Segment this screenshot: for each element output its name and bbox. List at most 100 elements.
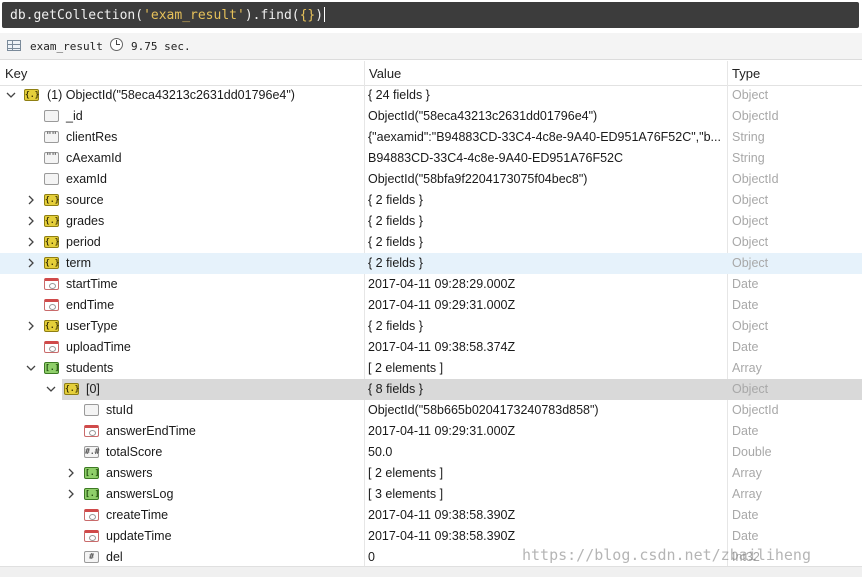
watermark: https://blog.csdn.net/zbailiheng xyxy=(522,546,811,564)
query-time: 9.75 sec. xyxy=(131,40,191,53)
collapsed-arrow-icon[interactable] xyxy=(66,489,76,499)
row-key: totalScore xyxy=(106,445,163,459)
query-editor[interactable]: db.getCollection('exam_result').find({}) xyxy=(2,2,859,28)
tree-row[interactable]: "" clientRes {"aexamid":"B94883CD-33C4-4… xyxy=(0,127,862,148)
expanded-arrow-icon[interactable] xyxy=(6,90,16,100)
tree-row[interactable]: _id ObjectId("58eca43213c2631dd01796e4")… xyxy=(0,106,862,127)
row-value: 2017-04-11 09:29:31.000Z xyxy=(368,424,516,438)
row-type: Object xyxy=(732,214,769,228)
collapsed-arrow-icon[interactable] xyxy=(26,258,36,268)
tree-row[interactable]: [.] answersLog [ 3 elements ] Array xyxy=(0,484,862,505)
query-filter-arg: {} xyxy=(299,8,316,23)
row-type: Object xyxy=(732,256,769,270)
row-value: { 2 fields } xyxy=(368,235,423,249)
tree-row[interactable]: startTime 2017-04-11 09:28:29.000Z Date xyxy=(0,274,862,295)
row-type: ObjectId xyxy=(732,172,779,186)
query-text[interactable]: db.getCollection('exam_result').find({}) xyxy=(10,7,326,23)
row-type: Object xyxy=(732,319,769,333)
row-value: { 2 fields } xyxy=(368,193,423,207)
collapsed-arrow-icon[interactable] xyxy=(26,237,36,247)
collection-name: exam_result xyxy=(30,40,103,53)
array-icon: [.] xyxy=(84,488,100,500)
objectid-icon xyxy=(44,173,59,185)
row-key: source xyxy=(66,193,104,207)
row-key: userType xyxy=(66,319,118,333)
tree-row[interactable]: #.# totalScore 50.0 Double xyxy=(0,442,862,463)
row-value: 2017-04-11 09:28:29.000Z xyxy=(368,277,516,291)
row-key: students xyxy=(66,361,114,375)
date-icon xyxy=(44,278,59,290)
column-key-header[interactable]: Key xyxy=(5,66,27,81)
date-icon xyxy=(84,530,99,542)
tree-row[interactable]: {.} source { 2 fields } Object xyxy=(0,190,862,211)
row-type: Object xyxy=(732,88,769,102)
row-value: ObjectId("58eca43213c2631dd01796e4") xyxy=(368,109,598,123)
row-type: Date xyxy=(732,277,759,291)
collapsed-arrow-icon[interactable] xyxy=(26,216,36,226)
row-value: { 2 fields } xyxy=(368,256,423,270)
tree-row[interactable]: "" cAexamId B94883CD-33C4-4c8e-9A40-ED95… xyxy=(0,148,862,169)
row-key: examId xyxy=(66,172,107,186)
object-icon: {.} xyxy=(44,215,60,227)
date-icon xyxy=(84,509,99,521)
tree-row[interactable]: uploadTime 2017-04-11 09:38:58.374Z Date xyxy=(0,337,862,358)
row-key: createTime xyxy=(106,508,169,522)
row-type: Object xyxy=(732,235,769,249)
clock-icon xyxy=(110,38,123,51)
row-type: Array xyxy=(732,487,762,501)
query-middle: ).find( xyxy=(244,8,300,23)
row-key: stuId xyxy=(106,403,134,417)
tree-row[interactable]: examId ObjectId("58bfa9f2204173075f04bec… xyxy=(0,169,862,190)
collapsed-arrow-icon[interactable] xyxy=(26,321,36,331)
tree-row[interactable]: {.} (1) ObjectId("58eca43213c2631dd01796… xyxy=(0,85,862,106)
row-value: [ 3 elements ] xyxy=(368,487,444,501)
row-key: _id xyxy=(66,109,83,123)
row-key: updateTime xyxy=(106,529,172,543)
row-key: answers xyxy=(106,466,153,480)
tree-row[interactable]: [.] answers [ 2 elements ] Array xyxy=(0,463,862,484)
collapsed-arrow-icon[interactable] xyxy=(66,468,76,478)
tree-row[interactable]: [.] students [ 2 elements ] Array xyxy=(0,358,862,379)
row-key: cAexamId xyxy=(66,151,122,165)
tree-row[interactable]: {.} period { 2 fields } Object xyxy=(0,232,862,253)
date-icon xyxy=(44,299,59,311)
tree-row[interactable]: createTime 2017-04-11 09:38:58.390Z Date xyxy=(0,505,862,526)
expanded-arrow-icon[interactable] xyxy=(46,384,56,394)
tree-row[interactable]: {.} userType { 2 fields } Object xyxy=(0,316,862,337)
row-key: del xyxy=(106,550,123,564)
row-key: period xyxy=(66,235,101,249)
horizontal-scrollbar[interactable] xyxy=(0,566,862,577)
row-value: ObjectId("58bfa9f2204173075f04bec8") xyxy=(368,172,588,186)
tree-row[interactable]: updateTime 2017-04-11 09:38:58.390Z Date xyxy=(0,526,862,547)
column-type-header[interactable]: Type xyxy=(732,66,760,81)
row-value: { 2 fields } xyxy=(368,319,423,333)
row-value: { 24 fields } xyxy=(368,88,430,102)
date-icon xyxy=(44,341,59,353)
objectid-icon xyxy=(84,404,99,416)
tree-row-highlighted[interactable]: {.} term { 2 fields } Object xyxy=(0,253,862,274)
row-value: B94883CD-33C4-4c8e-9A40-ED951A76F52C xyxy=(368,151,624,165)
string-icon: "" xyxy=(44,131,59,143)
row-type: Array xyxy=(732,361,762,375)
collection-table-icon xyxy=(7,40,21,51)
tree-row[interactable]: {.} [0] { 8 fields } Object xyxy=(0,379,862,400)
row-key: answerEndTime xyxy=(106,424,196,438)
row-type: Date xyxy=(732,298,759,312)
row-type: Date xyxy=(732,529,759,543)
row-type: Double xyxy=(732,445,772,459)
row-type: Object xyxy=(732,382,769,396)
row-value: 0 xyxy=(368,550,375,564)
tree-row[interactable]: stuId ObjectId("58b665b0204173240783d858… xyxy=(0,400,862,421)
tree-row[interactable]: answerEndTime 2017-04-11 09:29:31.000Z D… xyxy=(0,421,862,442)
row-value: 2017-04-11 09:38:58.390Z xyxy=(368,529,516,543)
object-icon: {.} xyxy=(24,89,40,101)
column-header: Key Value Type xyxy=(0,61,862,86)
row-key: grades xyxy=(66,214,105,228)
tree-row[interactable]: endTime 2017-04-11 09:29:31.000Z Date xyxy=(0,295,862,316)
tree-row[interactable]: {.} grades { 2 fields } Object xyxy=(0,211,862,232)
expanded-arrow-icon[interactable] xyxy=(26,363,36,373)
column-value-header[interactable]: Value xyxy=(369,66,401,81)
collapsed-arrow-icon[interactable] xyxy=(26,195,36,205)
query-collection-arg: 'exam_result' xyxy=(143,8,245,23)
int-icon: # xyxy=(84,551,99,563)
